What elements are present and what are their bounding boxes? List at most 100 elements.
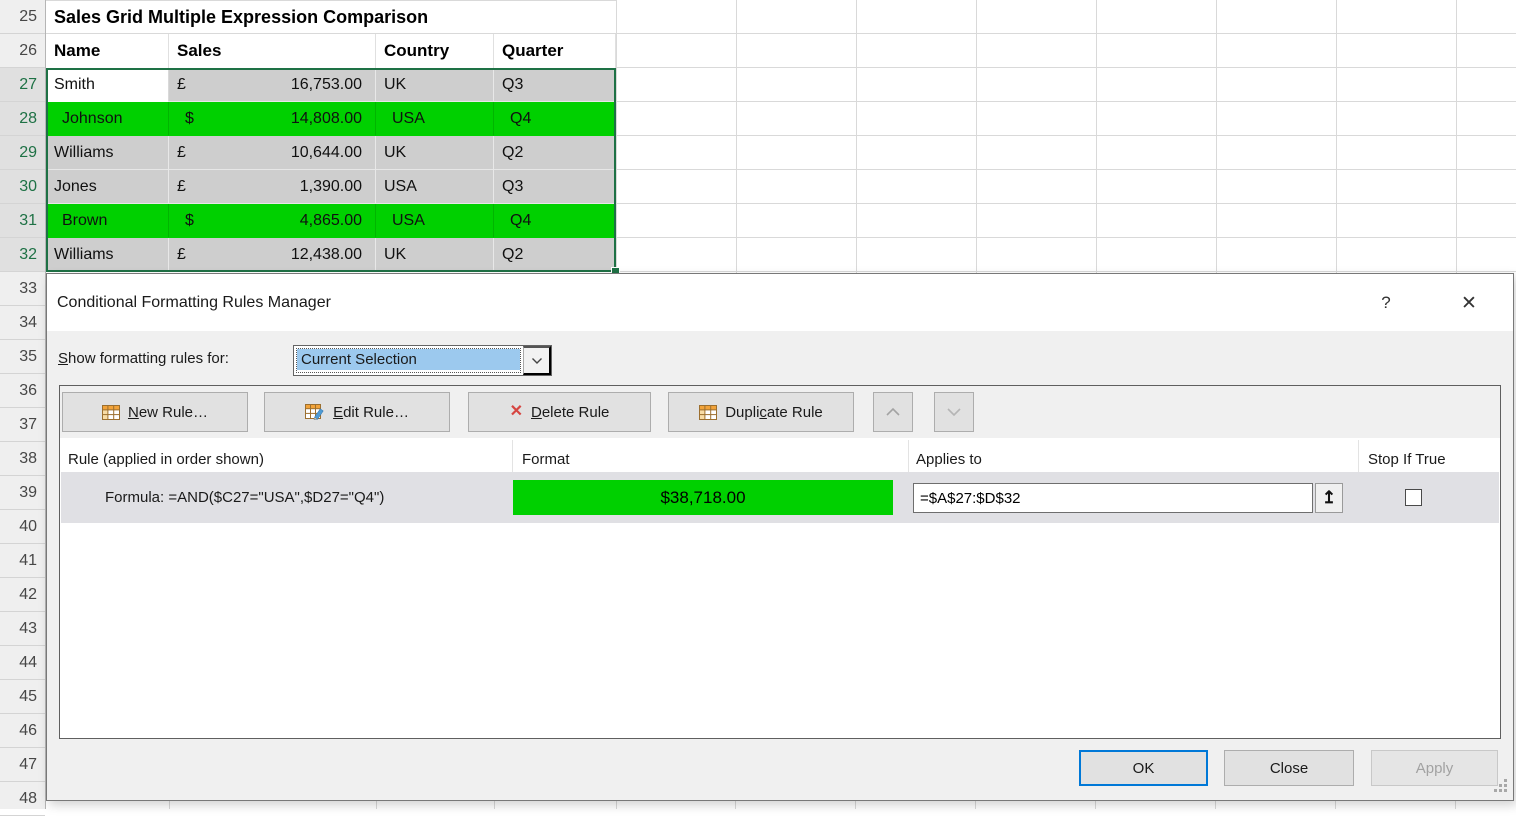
cell-quarter[interactable]: Q4 (494, 204, 616, 238)
cell-country[interactable]: UK (376, 238, 494, 272)
row-header-30[interactable]: 30 (0, 170, 45, 204)
gridline (376, 801, 377, 809)
currency-symbol: £ (177, 144, 186, 162)
move-rule-down-button[interactable] (934, 392, 974, 432)
dialog-titlebar[interactable]: Conditional Formatting Rules Manager ? ✕ (47, 274, 1513, 331)
cell-sales[interactable]: £16,753.00 (169, 68, 376, 102)
cell-name[interactable]: Johnson (46, 102, 169, 136)
cell-header-quarter[interactable]: Quarter (494, 34, 616, 68)
cell-sales[interactable]: $14,808.00 (169, 102, 376, 136)
row-header-45[interactable]: 45 (0, 680, 45, 714)
cell-name[interactable]: Smith (46, 68, 169, 102)
cell-quarter[interactable]: Q2 (494, 136, 616, 170)
cell-sheet-title[interactable]: Sales Grid Multiple Expression Compariso… (46, 0, 616, 34)
row-header-37[interactable]: 37 (0, 408, 45, 442)
amount: 1,390.00 (300, 178, 362, 196)
cell-header-name[interactable]: Name (46, 34, 169, 68)
apply-button[interactable]: Apply (1371, 750, 1498, 786)
resize-grip[interactable] (1493, 779, 1507, 793)
row-header-31[interactable]: 31 (0, 204, 45, 238)
gridline-pattern (616, 801, 1516, 809)
duplicate-rule-label: Duplicate Rule (725, 404, 823, 421)
cell-country[interactable]: USA (376, 170, 494, 204)
gridline (494, 801, 495, 809)
row-header-29[interactable]: 29 (0, 136, 45, 170)
cell-sales[interactable]: £10,644.00 (169, 136, 376, 170)
dialog-close-button[interactable]: ✕ (1449, 286, 1489, 320)
cell-name[interactable]: Jones (46, 170, 169, 204)
cell-country[interactable]: UK (376, 136, 494, 170)
cell-header-sales[interactable]: Sales (169, 34, 376, 68)
cell-country[interactable]: USA (376, 102, 494, 136)
move-rule-up-button[interactable] (873, 392, 913, 432)
sheet-row-32: Williams £12,438.00 UK Q2 (46, 238, 616, 272)
chevron-down-icon (945, 406, 963, 418)
cell-country[interactable]: USA (376, 204, 494, 238)
amount: 14,808.00 (291, 110, 362, 128)
cell-sales[interactable]: £12,438.00 (169, 238, 376, 272)
duplicate-rule-table-icon (699, 405, 717, 420)
row-header-46[interactable]: 46 (0, 714, 45, 748)
row-header-32[interactable]: 32 (0, 238, 45, 272)
partially-hidden-cells (46, 801, 1516, 809)
row-header-26[interactable]: 26 (0, 34, 45, 68)
chevron-down-icon (531, 357, 543, 365)
cell-country[interactable]: UK (376, 68, 494, 102)
amount: 4,865.00 (300, 212, 362, 230)
ok-button[interactable]: OK (1079, 750, 1208, 786)
row-header-39[interactable]: 39 (0, 476, 45, 510)
applies-to-input[interactable] (913, 483, 1313, 513)
new-rule-label: New Rule… (128, 404, 208, 421)
chevron-up-icon (884, 406, 902, 418)
row-header-25[interactable]: 25 (0, 0, 45, 34)
rule-row[interactable]: Formula: =AND($C27="USA",$D27="Q4") $38,… (61, 472, 1499, 523)
rules-frame: New Rule… Edit Rule… ✕ Delete Rule Dupli… (59, 385, 1501, 739)
format-preview: $38,718.00 (513, 480, 893, 515)
row-header-41[interactable]: 41 (0, 544, 45, 578)
cell-sales[interactable]: £1,390.00 (169, 170, 376, 204)
close-button[interactable]: Close (1224, 750, 1354, 786)
delete-rule-button[interactable]: ✕ Delete Rule (468, 392, 651, 432)
amount: 12,438.00 (291, 246, 362, 264)
help-button[interactable]: ? (1369, 286, 1403, 320)
row-header-27[interactable]: 27 (0, 68, 45, 102)
sheet-row-31: Brown $4,865.00 USA Q4 (46, 204, 616, 238)
cell-quarter[interactable]: Q4 (494, 102, 616, 136)
row-header-34[interactable]: 34 (0, 306, 45, 340)
rules-toolbar: New Rule… Edit Rule… ✕ Delete Rule Dupli… (60, 386, 1500, 438)
row-header-28[interactable]: 28 (0, 102, 45, 136)
new-rule-button[interactable]: New Rule… (62, 392, 248, 432)
column-separator (1358, 440, 1359, 472)
cell-sales[interactable]: $4,865.00 (169, 204, 376, 238)
cell-header-country[interactable]: Country (376, 34, 494, 68)
row-header-33[interactable]: 33 (0, 272, 45, 306)
amount: 10,644.00 (291, 144, 362, 162)
column-separator (512, 440, 513, 472)
row-header-44[interactable]: 44 (0, 646, 45, 680)
row-header-48[interactable]: 48 (0, 782, 45, 816)
cell-name[interactable]: Williams (46, 238, 169, 272)
cell-name[interactable]: Williams (46, 136, 169, 170)
row-header-40[interactable]: 40 (0, 510, 45, 544)
spreadsheet-empty-cells[interactable] (616, 0, 1516, 281)
duplicate-rule-button[interactable]: Duplicate Rule (668, 392, 854, 432)
row-header-47[interactable]: 47 (0, 748, 45, 782)
row-header-35[interactable]: 35 (0, 340, 45, 374)
edit-rule-button[interactable]: Edit Rule… (264, 392, 450, 432)
collapse-dialog-button[interactable]: ↥ (1315, 483, 1343, 513)
row-header-36[interactable]: 36 (0, 374, 45, 408)
currency-symbol: £ (177, 178, 186, 196)
row-header-42[interactable]: 42 (0, 578, 45, 612)
dialog-title: Conditional Formatting Rules Manager (57, 294, 331, 312)
cell-quarter[interactable]: Q3 (494, 170, 616, 204)
show-rules-combobox[interactable]: Current Selection (293, 345, 552, 376)
row-header-43[interactable]: 43 (0, 612, 45, 646)
cf-rules-manager-dialog: Conditional Formatting Rules Manager ? ✕… (46, 273, 1514, 801)
column-separator (908, 440, 909, 472)
stop-if-true-checkbox[interactable] (1405, 489, 1422, 506)
cell-name[interactable]: Brown (46, 204, 169, 238)
cell-quarter[interactable]: Q2 (494, 238, 616, 272)
row-header-38[interactable]: 38 (0, 442, 45, 476)
cell-quarter[interactable]: Q3 (494, 68, 616, 102)
combo-dropdown-button[interactable] (523, 346, 551, 375)
